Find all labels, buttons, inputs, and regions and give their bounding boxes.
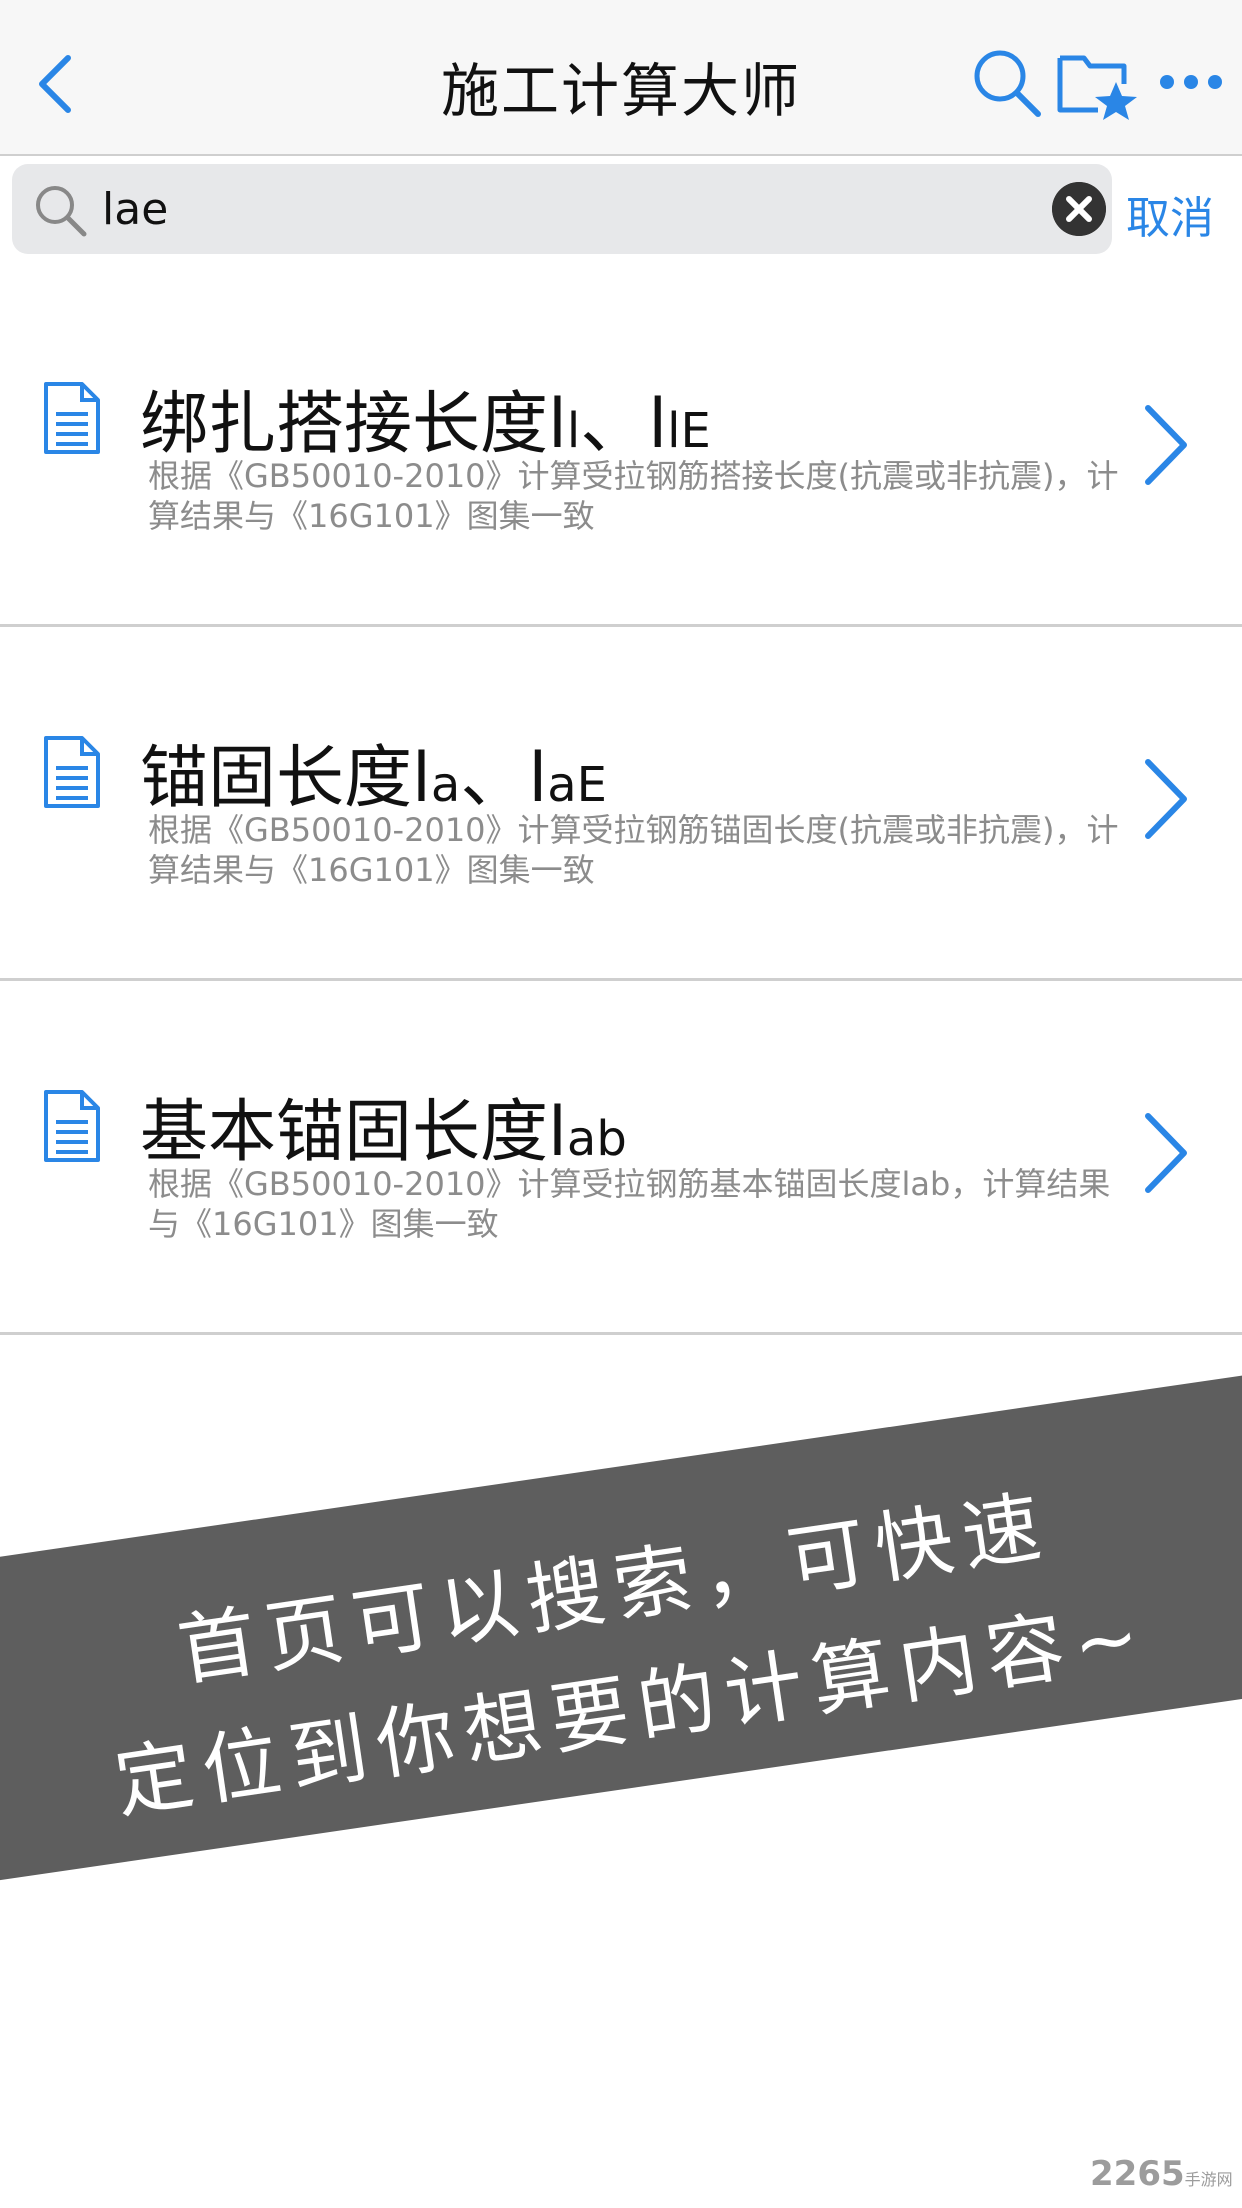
- document-icon: [44, 382, 100, 454]
- result-description: 根据《GB50010-2010》计算受拉钢筋锚固长度(抗震或非抗震)，计算结果与…: [148, 811, 1119, 889]
- document-icon: [44, 1090, 100, 1162]
- clear-search-icon[interactable]: [1052, 182, 1106, 236]
- folder-star-icon[interactable]: [1056, 44, 1140, 120]
- result-description: 根据《GB50010-2010》计算受拉钢筋基本锚固长度lab，计算结果与《16…: [148, 1165, 1111, 1243]
- result-title: 基本锚固长度lab: [140, 1093, 627, 1172]
- search-icon[interactable]: [968, 44, 1044, 120]
- search-input[interactable]: [102, 172, 1002, 246]
- document-icon: [44, 736, 100, 808]
- search-field-icon: [36, 186, 87, 237]
- result-row-lap-length[interactable]: 绑扎搭接长度ll、llE 根据《GB50010-2010》计算受拉钢筋搭接长度(…: [0, 270, 1242, 627]
- more-dots-icon[interactable]: [1158, 60, 1224, 104]
- result-row-basic-anchorage-length[interactable]: 基本锚固长度lab 根据《GB50010-2010》计算受拉钢筋基本锚固长度la…: [0, 978, 1242, 1335]
- nav-bar: 施工计算大师: [0, 0, 1242, 156]
- chevron-right-icon[interactable]: [1140, 1108, 1190, 1198]
- result-title: 锚固长度la、laE: [140, 739, 607, 818]
- chevron-right-icon[interactable]: [1140, 400, 1190, 490]
- search-bar: [12, 164, 1112, 254]
- site-watermark: 2265手游网: [1090, 2154, 1233, 2194]
- result-row-anchorage-length[interactable]: 锚固长度la、laE 根据《GB50010-2010》计算受拉钢筋锚固长度(抗震…: [0, 624, 1242, 981]
- cancel-search-button[interactable]: 取消: [1126, 182, 1214, 246]
- result-title: 绑扎搭接长度ll、llE: [140, 385, 711, 464]
- result-description: 根据《GB50010-2010》计算受拉钢筋搭接长度(抗震或非抗震)，计算结果与…: [148, 457, 1119, 535]
- chevron-right-icon[interactable]: [1140, 754, 1190, 844]
